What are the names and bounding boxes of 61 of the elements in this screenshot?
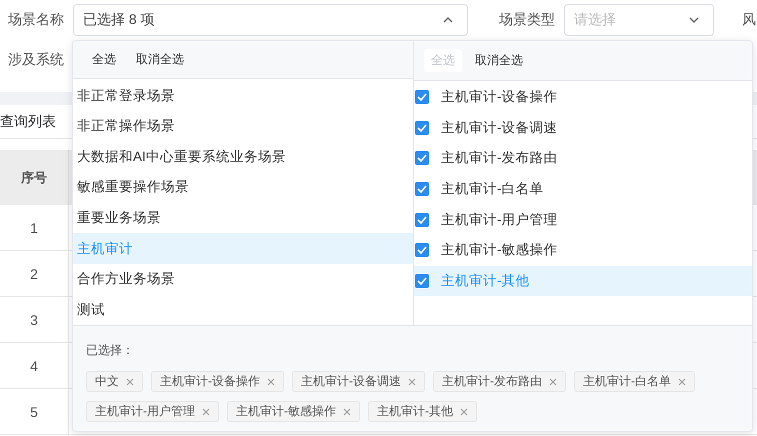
checkbox-option[interactable]: 主机审计-发布路由 bbox=[414, 143, 752, 174]
option-label: 主机审计-设备调速 bbox=[441, 118, 558, 137]
option-item[interactable]: 重要业务场景 bbox=[73, 202, 413, 234]
checkbox[interactable] bbox=[415, 90, 429, 104]
option-item[interactable]: 大数据和AI中心重要系统业务场景 bbox=[73, 141, 413, 172]
close-icon[interactable] bbox=[343, 408, 351, 416]
checkbox-option[interactable]: 主机审计-用户管理 bbox=[414, 204, 752, 235]
select-action-button[interactable]: 全选 bbox=[85, 48, 123, 72]
option-item[interactable]: 敏感重要操作场景 bbox=[73, 172, 413, 203]
selected-tag: 主机审计-用户管理 bbox=[86, 401, 219, 422]
checkbox-option[interactable]: 主机审计-设备操作 bbox=[414, 82, 752, 113]
section-title: 查询列表 bbox=[0, 112, 56, 130]
option-item[interactable]: 非正常操作场景 bbox=[73, 110, 413, 142]
close-icon[interactable] bbox=[460, 408, 468, 416]
close-icon[interactable] bbox=[549, 378, 557, 386]
checkbox[interactable] bbox=[415, 120, 429, 135]
option-item[interactable]: 非正常登录场景 bbox=[73, 80, 413, 111]
field-label: 风 bbox=[742, 11, 756, 29]
selected-tag: 主机审计-设备调速 bbox=[292, 371, 425, 392]
option-label: 主机审计-白名单 bbox=[441, 180, 544, 198]
field-label: 涉及系统 bbox=[8, 51, 64, 69]
option-label: 主机审计-发布路由 bbox=[441, 149, 558, 168]
selected-tag: 主机审计-设备操作 bbox=[151, 371, 284, 392]
option-label: 主机审计-设备操作 bbox=[441, 88, 558, 106]
checkbox-option[interactable]: 主机审计-设备调速 bbox=[414, 112, 752, 144]
field-label: 场景类型 bbox=[499, 11, 555, 29]
table-header-cell: 序号 bbox=[0, 150, 69, 205]
checkbox[interactable] bbox=[415, 151, 429, 166]
selected-label: 已选择： bbox=[86, 342, 135, 359]
table-cell: 2 bbox=[0, 251, 69, 296]
selected-tag: 中文 bbox=[86, 371, 143, 392]
select-action-button[interactable]: 取消全选 bbox=[468, 49, 530, 72]
select-action-button[interactable]: 取消全选 bbox=[129, 48, 191, 72]
field-label: 场景名称 bbox=[8, 11, 64, 29]
table-cell: 5 bbox=[0, 389, 69, 434]
checkbox[interactable] bbox=[415, 274, 429, 288]
option-item[interactable]: 合作方业务场景 bbox=[73, 264, 413, 294]
checkbox-option[interactable]: 主机审计-敏感操作 bbox=[414, 234, 752, 266]
close-icon[interactable] bbox=[408, 378, 416, 386]
selected-tag: 主机审计-其他 bbox=[368, 401, 477, 422]
option-label: 主机审计-其他 bbox=[441, 272, 530, 290]
select-value: 已选择 8 项 bbox=[83, 11, 155, 29]
close-icon[interactable] bbox=[267, 378, 275, 386]
table-cell: 3 bbox=[0, 297, 69, 342]
select-field[interactable]: 已选择 8 项 bbox=[73, 4, 468, 36]
close-icon[interactable] bbox=[126, 378, 134, 386]
select-placeholder: 请选择 bbox=[574, 11, 616, 29]
checkbox[interactable] bbox=[415, 243, 429, 258]
selected-tag: 主机审计-发布路由 bbox=[433, 371, 566, 392]
option-label: 主机审计-敏感操作 bbox=[441, 241, 558, 260]
selected-tag: 主机审计-敏感操作 bbox=[227, 401, 360, 422]
table-cell: 1 bbox=[0, 205, 69, 250]
option-item[interactable]: 测试 bbox=[73, 294, 413, 325]
checkbox-option[interactable]: 主机审计-白名单 bbox=[414, 174, 752, 204]
checkbox[interactable] bbox=[415, 212, 429, 227]
option-label: 主机审计-用户管理 bbox=[441, 210, 558, 229]
table-cell: 4 bbox=[0, 343, 69, 388]
checkbox[interactable] bbox=[415, 182, 429, 196]
close-icon[interactable] bbox=[678, 378, 686, 386]
selected-tag: 主机审计-白名单 bbox=[574, 371, 695, 392]
close-icon[interactable] bbox=[202, 408, 210, 416]
